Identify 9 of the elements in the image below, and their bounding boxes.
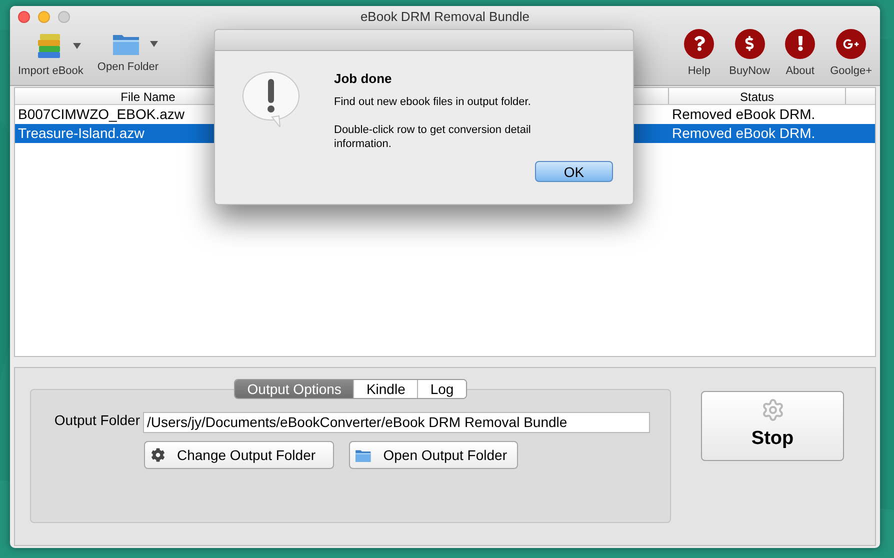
status-cell-text: Removed eBook DRM. [671,105,816,124]
dialog-message: Double-click row to get conversion detail information. [334,122,532,150]
dialog-title: Job done [334,70,393,88]
status-cell-text: Removed eBook DRM. [671,124,816,143]
file-name-cell-text: Treasure-Island.azw [17,124,146,143]
dialog-message: Find out new ebook files in output folder. [334,94,532,108]
window-title: eBook DRM Removal Bundle [360,8,530,26]
file-name-cell-text: B007CIMWZO_EBOK.azw [17,105,186,124]
output-folder-label: Output Folder [53,411,141,430]
